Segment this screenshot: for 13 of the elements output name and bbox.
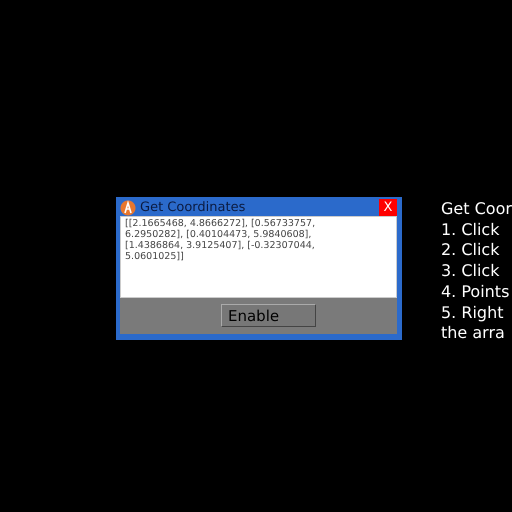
- instruction-line: Get Coor: [441, 199, 512, 220]
- app-logo-icon: [120, 200, 136, 216]
- instruction-line: 3. Click: [441, 261, 500, 282]
- output-text-area[interactable]: [[2.1665468, 4.8666272], [0.56733757, 6.2950282], [0.40104473, 5.9840608], [1.4386864, 3.9125407], [-0.32307044, 5.0601025]]: [120, 216, 397, 298]
- instruction-line: the arra: [441, 323, 506, 344]
- coordinates-text: [[2.1665468, 4.8666272], [0.56733757, 6.2950282], [0.40104473, 5.9840608], [1.4386864, 3.9125407], [-0.32307044, 5.0601025]]: [125, 218, 316, 262]
- enable-button[interactable]: Enable: [221, 304, 316, 327]
- instruction-line: 2. Click: [441, 240, 500, 262]
- instruction-line: 4. Points: [441, 282, 510, 303]
- close-button[interactable]: X: [379, 199, 397, 216]
- instruction-line: 5. Right: [441, 302, 504, 324]
- instruction-line: 1. Click: [441, 220, 500, 240]
- window-title: Get Coordinates: [140, 200, 246, 215]
